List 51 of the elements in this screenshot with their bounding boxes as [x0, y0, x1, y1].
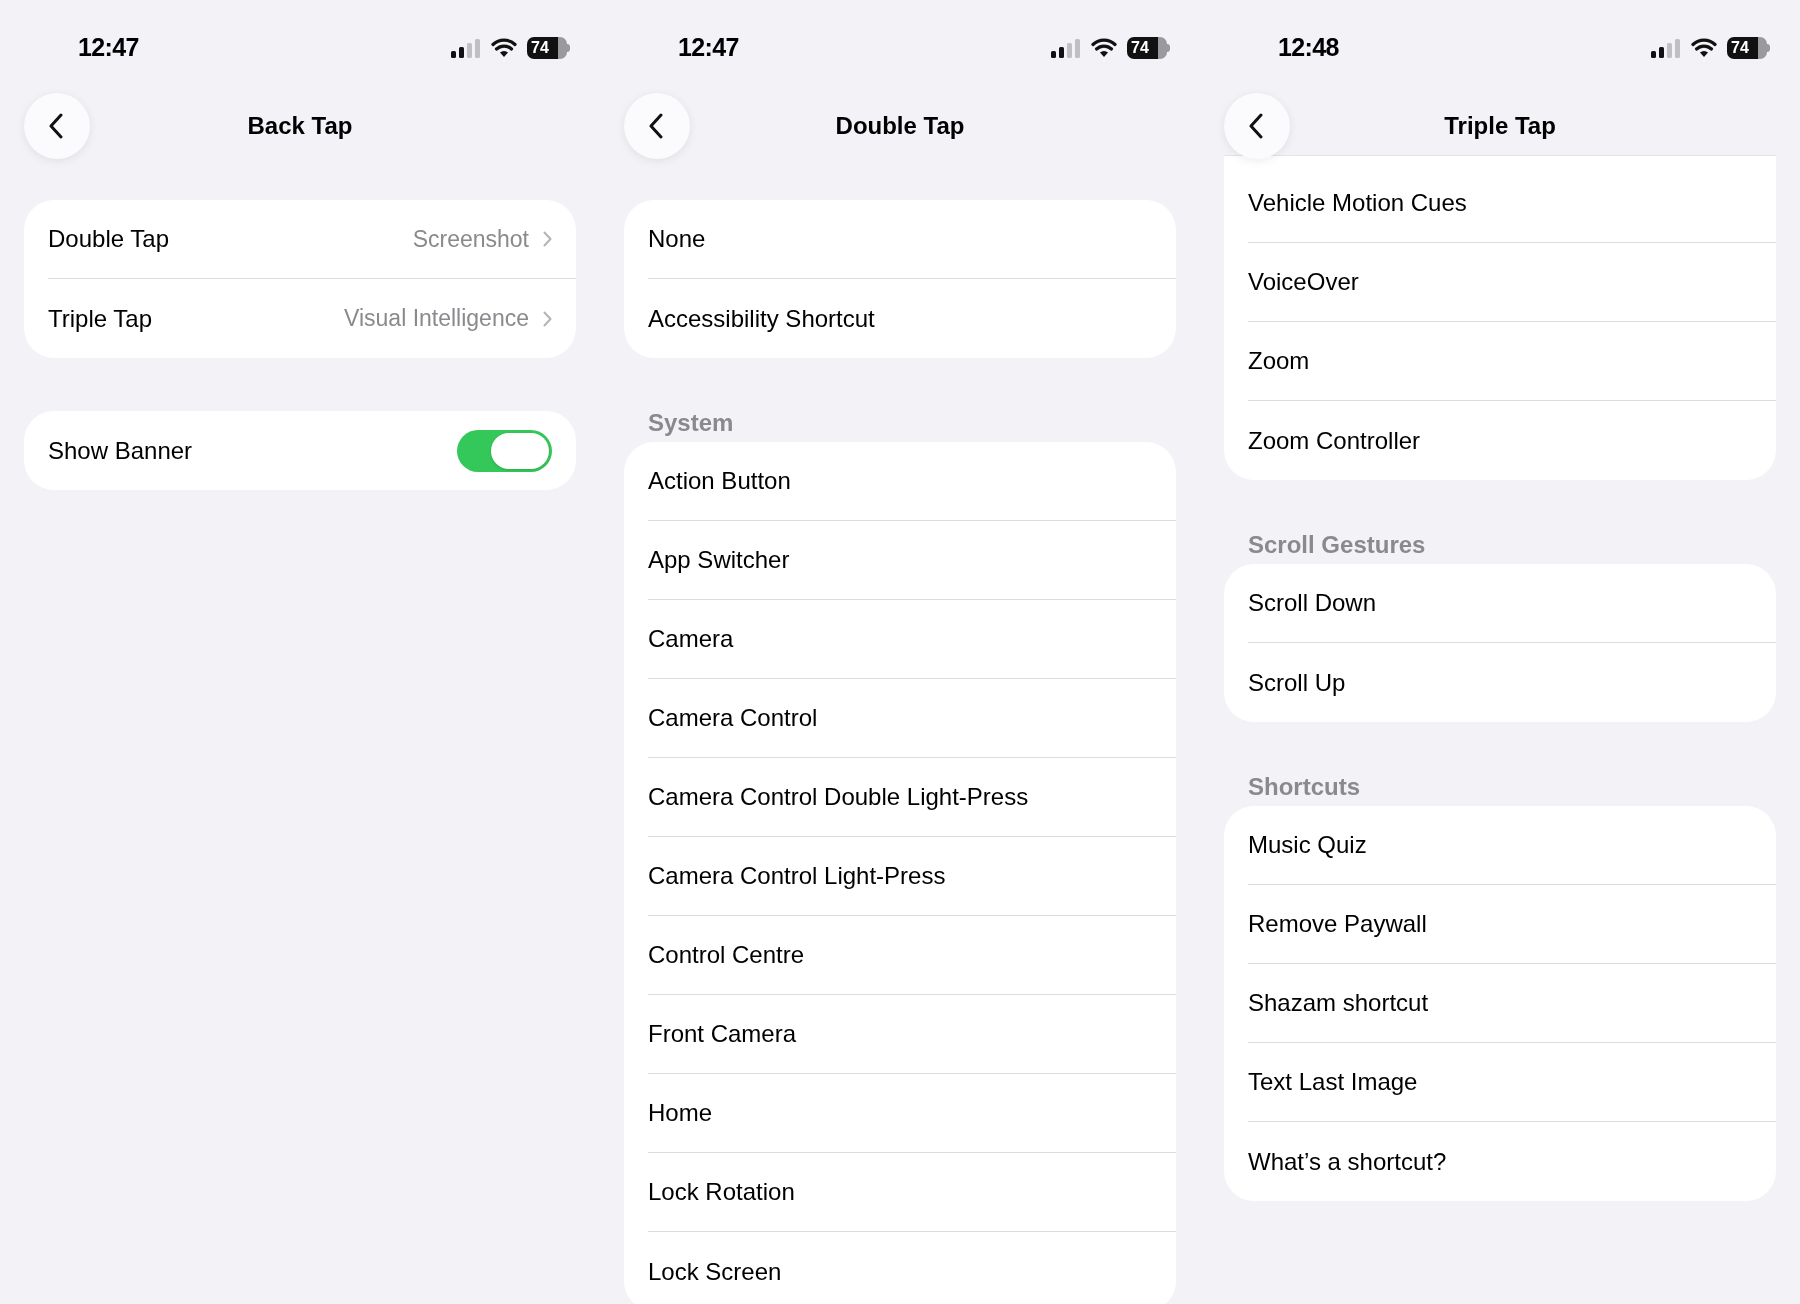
row-label[interactable]: Triple Tap [48, 300, 153, 337]
row-label[interactable]: Accessibility Shortcut [648, 300, 875, 337]
row-label[interactable]: None [648, 221, 706, 257]
row-label[interactable]: Zoom Controller [1248, 422, 1421, 459]
signal-icon [1051, 38, 1081, 58]
screen-title: Triple Tap [1444, 110, 1556, 141]
row-label[interactable]: Text Last Image [1248, 1064, 1418, 1100]
row-label[interactable]: Camera Control [648, 700, 818, 736]
back-icon [1248, 112, 1263, 139]
status-time: 12:48 [1278, 32, 1339, 64]
section-header: System [647, 408, 735, 438]
screen-title: Back Tap [247, 111, 353, 141]
row-label[interactable]: Home [648, 1095, 713, 1131]
wifi-icon [491, 38, 517, 58]
row-label[interactable]: Scroll Down [1248, 585, 1377, 621]
row-label: Show Banner [48, 435, 193, 466]
battery-level: 74 [1131, 40, 1149, 56]
section-header: Shortcuts [1247, 772, 1361, 802]
screen-title: Double Tap [835, 111, 965, 141]
row-label[interactable]: Lock Screen [648, 1253, 782, 1290]
back-icon [648, 113, 663, 139]
row-label[interactable]: Double Tap [48, 221, 169, 257]
chevron-icon [543, 310, 552, 327]
row-label[interactable]: Control Centre [648, 937, 805, 973]
row-label[interactable]: Zoom [1248, 343, 1310, 379]
row-label[interactable]: Camera Control Light-Press [648, 858, 946, 894]
row-label[interactable]: Front Camera [648, 1016, 797, 1052]
battery-level: 74 [531, 40, 549, 56]
row-label[interactable]: Camera [648, 621, 734, 657]
toggle-switch[interactable] [457, 429, 552, 472]
wifi-icon [1091, 38, 1117, 58]
row-label[interactable]: Scroll Up [1248, 664, 1346, 701]
section-header: Scroll Gestures [1247, 530, 1427, 560]
status-time: 12:47 [678, 32, 739, 64]
back-icon [48, 113, 63, 139]
row-label[interactable]: Remove Paywall [1248, 906, 1427, 942]
row-label[interactable]: Shazam shortcut [1248, 985, 1429, 1021]
wifi-icon [1691, 38, 1717, 58]
row-label[interactable]: What’s a shortcut? [1248, 1143, 1447, 1180]
row-label[interactable]: Vehicle Motion Cues [1248, 185, 1467, 221]
row-label[interactable]: Music Quiz [1248, 827, 1367, 863]
row-label[interactable]: Action Button [648, 463, 791, 499]
chevron-icon [543, 231, 552, 247]
battery-level: 74 [1731, 40, 1749, 56]
signal-icon [451, 38, 481, 58]
row-label[interactable]: Lock Rotation [648, 1174, 795, 1210]
row-label[interactable]: Camera Control Double Light-Press [648, 779, 1029, 815]
signal-icon [1651, 38, 1681, 58]
row-label[interactable]: VoiceOver [1248, 264, 1359, 300]
row-label[interactable]: App Switcher [648, 542, 790, 578]
status-time: 12:47 [78, 32, 139, 64]
